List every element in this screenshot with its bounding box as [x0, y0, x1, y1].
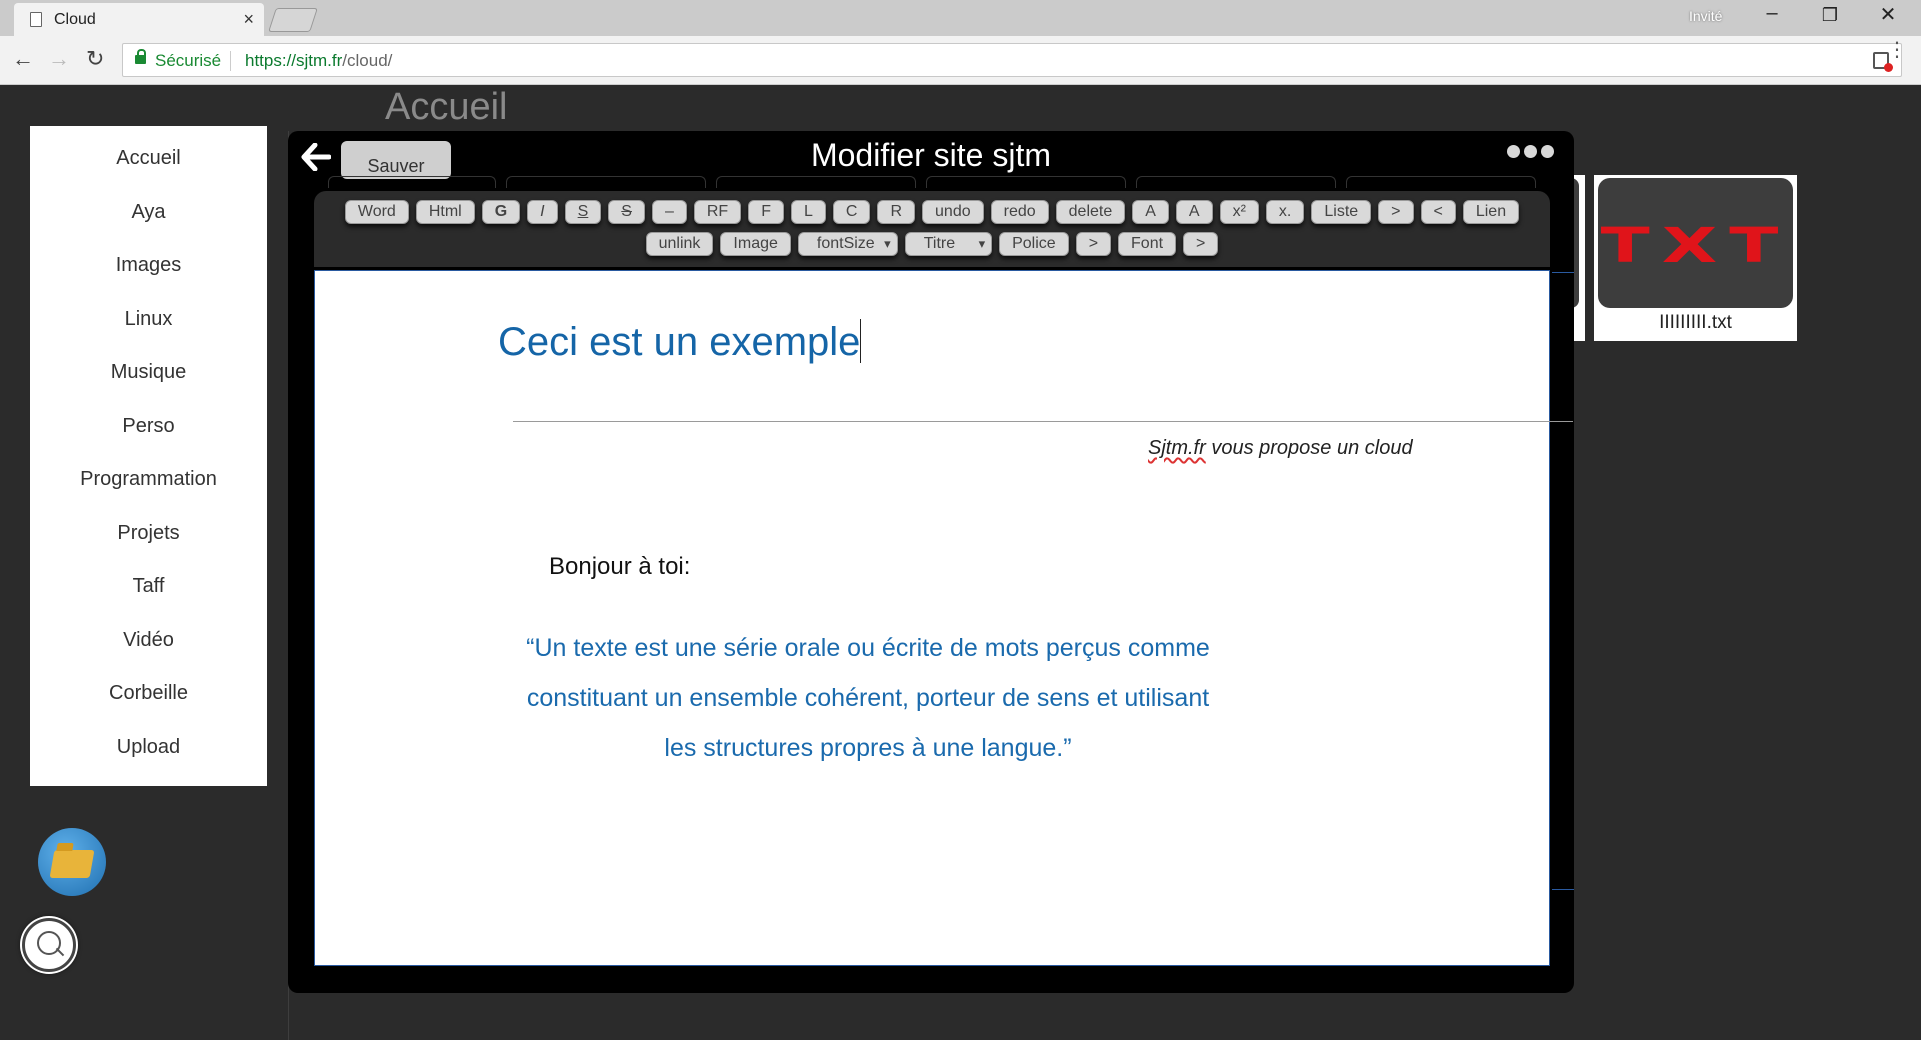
sidebar: Accueil Aya Images Linux Musique Perso P… — [30, 126, 267, 786]
reload-icon[interactable]: ↻ — [86, 46, 104, 72]
remove-format-button[interactable]: RF — [693, 200, 742, 224]
modal-title: Modifier site sjtm — [810, 137, 1052, 173]
close-tab-icon[interactable]: × — [243, 9, 254, 30]
superscript-button[interactable]: x² — [1219, 200, 1259, 224]
file-name: IIIIIIIII.txt — [1659, 312, 1732, 333]
more-options-icon[interactable] — [1507, 145, 1554, 158]
sidebar-item-upload[interactable]: Upload — [30, 727, 267, 781]
underline-button[interactable]: S — [564, 200, 602, 224]
folder-icon[interactable] — [38, 828, 106, 896]
align-right-button[interactable]: R — [877, 200, 916, 224]
sidebar-item-linux[interactable]: Linux — [30, 299, 267, 353]
police-next-button[interactable]: > — [1075, 232, 1112, 256]
highlight-color-button[interactable]: A — [1175, 200, 1213, 224]
editor-quote[interactable]: “Un texte est une série orale ou écrite … — [498, 623, 1238, 773]
back-arrow-icon[interactable] — [301, 143, 331, 171]
sidebar-item-perso[interactable]: Perso — [30, 406, 267, 460]
sidebar-item-aya[interactable]: Aya — [30, 192, 267, 246]
save-button[interactable]: Sauver — [341, 141, 451, 179]
sidebar-item-taff[interactable]: Taff — [30, 566, 267, 620]
html-mode-button[interactable]: Html — [415, 200, 475, 224]
sidebar-item-corbeille[interactable]: Corbeille — [30, 673, 267, 727]
undo-button[interactable]: undo — [922, 200, 984, 224]
editor-greeting[interactable]: Bonjour à toi: — [549, 553, 690, 581]
list-button[interactable]: Liste — [1311, 200, 1372, 224]
lock-icon — [135, 49, 146, 64]
redo-button[interactable]: redo — [990, 200, 1049, 224]
unlink-button[interactable]: unlink — [645, 232, 714, 256]
close-window-icon[interactable]: ✕ — [1868, 2, 1908, 27]
browser-tab[interactable]: Cloud × — [14, 3, 264, 36]
browser-menu-icon[interactable]: ⋮ — [1887, 40, 1907, 60]
italic-button[interactable]: I — [527, 200, 558, 224]
font-size-select[interactable]: fontSize — [797, 232, 898, 256]
text-cursor — [860, 319, 862, 363]
justify-full-button[interactable]: F — [748, 200, 784, 224]
editor-toolbar: Word Html G I S S – RF F L C R undo redo… — [314, 191, 1550, 267]
guest-profile-label[interactable]: Invité — [1689, 8, 1722, 24]
page-title: Accueil — [385, 86, 508, 128]
minimize-icon[interactable]: – — [1752, 2, 1792, 25]
security-label: Sécurisé — [155, 51, 222, 70]
align-center-button[interactable]: C — [832, 200, 871, 224]
sidebar-item-video[interactable]: Vidéo — [30, 620, 267, 674]
sidebar-item-images[interactable]: Images — [30, 245, 267, 299]
sidebar-item-projets[interactable]: Projets — [30, 513, 267, 567]
edit-modal: Sauver Modifier site sjtm Word Html G I … — [288, 131, 1574, 993]
text-color-button[interactable]: A — [1132, 200, 1169, 224]
horizontal-rule-button[interactable]: – — [651, 200, 687, 224]
link-button[interactable]: Lien — [1462, 200, 1520, 224]
rich-text-editor[interactable]: Ceci est un exemple Sjtm.fr vous propose… — [314, 270, 1573, 966]
outdent-button[interactable]: < — [1420, 200, 1456, 224]
txt-file-icon: TXT — [1598, 178, 1793, 308]
page-icon — [30, 12, 42, 27]
browser-toolbar: ← → ↻ Sécurisé https://sjtm.fr/cloud/ ⋮ — [0, 36, 1921, 85]
tab-title: Cloud — [54, 11, 96, 28]
file-card[interactable]: TXT IIIIIIIII.txt — [1594, 175, 1797, 341]
delete-button[interactable]: delete — [1055, 200, 1126, 224]
back-icon[interactable]: ← — [12, 46, 34, 72]
sidebar-item-accueil[interactable]: Accueil — [30, 138, 267, 192]
page: Accueil Accueil Aya Images Linux Musique… — [0, 86, 1921, 1040]
url-text[interactable]: https://sjtm.fr/cloud/ — [245, 51, 392, 71]
strikethrough-button[interactable]: S — [608, 200, 645, 224]
insert-image-button[interactable]: Image — [720, 232, 791, 256]
new-tab-button[interactable] — [268, 8, 318, 32]
sidebar-item-programmation[interactable]: Programmation — [30, 459, 267, 513]
word-mode-button[interactable]: Word — [344, 200, 409, 224]
editor-heading[interactable]: Ceci est un exemple — [498, 319, 862, 365]
police-button[interactable]: Police — [999, 232, 1069, 256]
restore-icon[interactable]: ❐ — [1810, 5, 1850, 26]
indent-button[interactable]: > — [1378, 200, 1414, 224]
sidebar-item-musique[interactable]: Musique — [30, 352, 267, 406]
editor-subtitle[interactable]: Sjtm.fr vous propose un cloud — [1148, 437, 1413, 460]
browser-tabstrip: Cloud × Invité – ❐ ✕ — [0, 0, 1921, 36]
align-left-button[interactable]: L — [790, 200, 826, 224]
font-next-button[interactable]: > — [1183, 232, 1219, 256]
editor-divider — [513, 421, 1573, 422]
address-bar[interactable]: Sécurisé https://sjtm.fr/cloud/ — [122, 43, 1902, 77]
subscript-button[interactable]: x. — [1265, 200, 1305, 224]
heading-select[interactable]: Titre — [904, 232, 993, 256]
search-icon[interactable] — [22, 918, 76, 972]
font-button[interactable]: Font — [1118, 232, 1177, 256]
bold-button[interactable]: G — [481, 200, 521, 224]
forward-icon[interactable]: → — [48, 46, 70, 72]
